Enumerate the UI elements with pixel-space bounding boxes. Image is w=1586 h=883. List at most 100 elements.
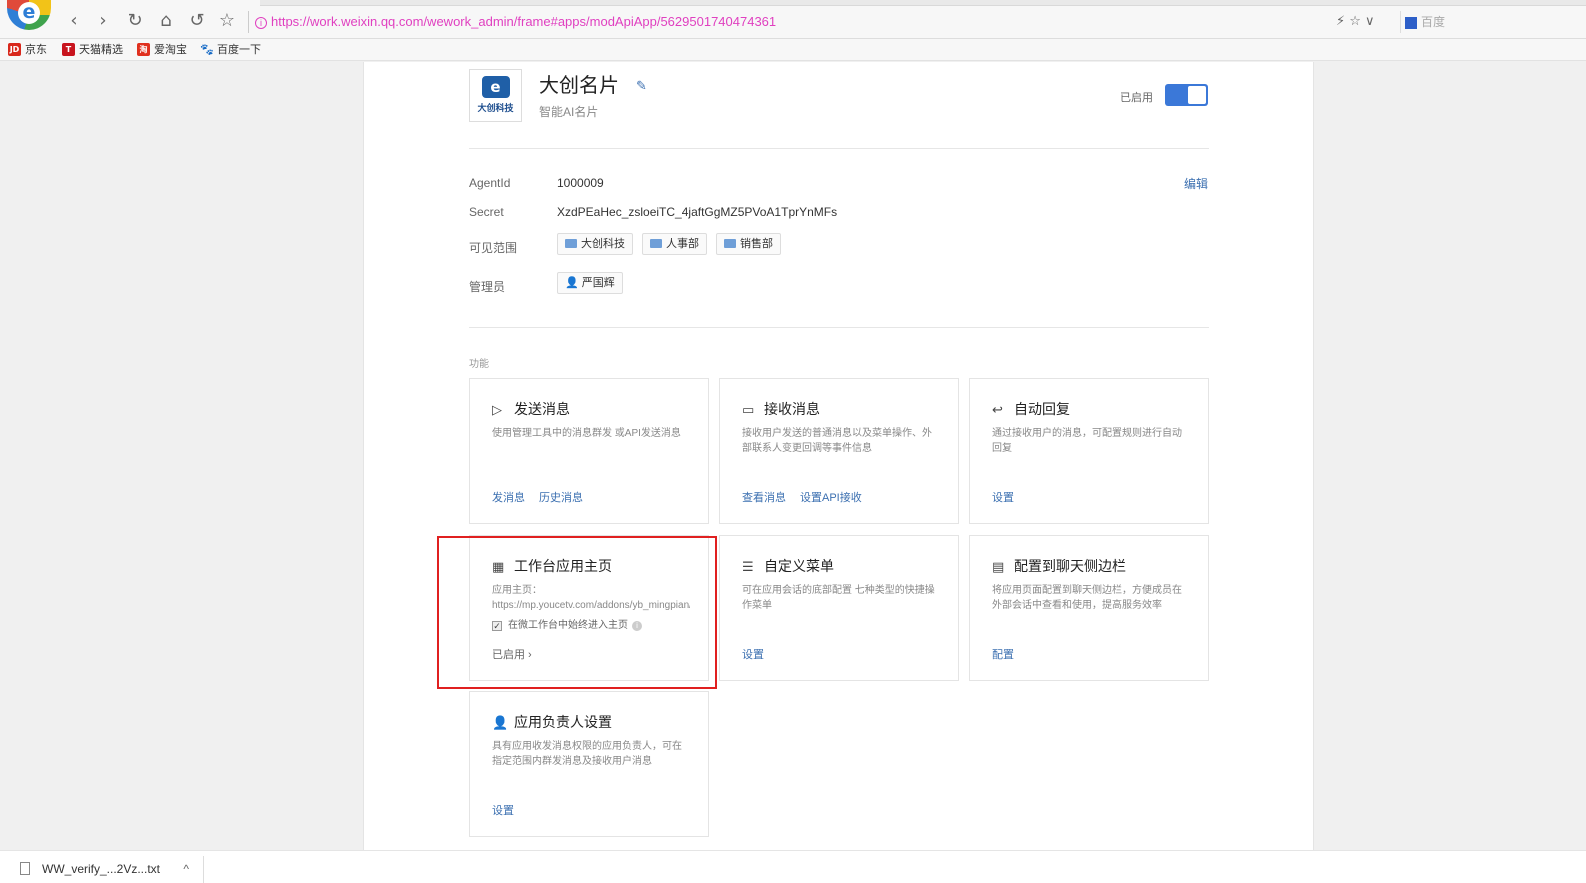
card-title-text: 发送消息 <box>514 401 570 417</box>
taobao-icon: 淘 <box>137 43 150 56</box>
set-api-receive-link[interactable]: 设置API接收 <box>800 492 862 504</box>
bookmark-label: 爱淘宝 <box>154 44 187 56</box>
view-messages-link[interactable]: 查看消息 <box>742 492 786 504</box>
chat-icon: ▭ <box>742 403 755 418</box>
app-logo: e 大创科技 <box>469 69 522 122</box>
paw-icon: 🐾 <box>200 43 214 56</box>
bookmark-jd[interactable]: JD 京东 <box>8 43 47 57</box>
tag-label: 人事部 <box>666 238 699 250</box>
card-send-message: ▷ 发送消息 使用管理工具中的消息群发 或API发送消息 发消息 历史消息 <box>469 378 709 524</box>
divider <box>469 327 1209 328</box>
card-actions: 设置 <box>992 489 1028 505</box>
card-desc: 可在应用会话的底部配置 七种类型的快捷操作菜单 <box>742 585 935 611</box>
agentid-value: 1000009 <box>557 176 604 190</box>
always-enter-homepage-option[interactable]: ✓ 在微工作台中始终进入主页 i <box>492 616 642 631</box>
card-title: ▷ 发送消息 <box>492 399 570 419</box>
admin-label: 管理员 <box>469 280 506 294</box>
address-bar[interactable]: i https://work.weixin.qq.com/wework_admin… <box>248 11 1328 33</box>
visible-tag-sales[interactable]: 销售部 <box>716 233 781 255</box>
download-separator <box>203 856 204 883</box>
browser-logo-letter: e <box>18 2 40 24</box>
reply-icon: ↩ <box>992 403 1003 418</box>
folder-icon <box>565 239 577 248</box>
download-bar: WW_verify_...2Vz...txt ^ <box>0 850 1586 883</box>
card-title-text: 工作台应用主页 <box>514 558 612 574</box>
sidebar-configure-link[interactable]: 配置 <box>992 649 1014 661</box>
bookmark-baidu[interactable]: 🐾 百度一下 <box>200 43 261 57</box>
card-actions: 设置 <box>492 802 528 818</box>
card-workbench-homepage: ▦ 工作台应用主页 应用主页：https://mp.youcetv.com/add… <box>469 535 709 681</box>
undo-icon[interactable]: ↺ <box>186 10 208 32</box>
edit-link[interactable]: 编辑 <box>1184 175 1208 192</box>
bookmark-label: 百度一下 <box>217 44 261 56</box>
homepage-enabled-link[interactable]: 已启用 › <box>492 646 532 662</box>
bookmark-tmall[interactable]: T 天猫精选 <box>62 43 123 57</box>
card-title: ☰ 自定义菜单 <box>742 556 834 576</box>
user-settings-icon: 👤 <box>492 716 509 731</box>
send-message-link[interactable]: 发消息 <box>492 492 525 504</box>
agentid-label: AgentId <box>469 176 511 190</box>
card-desc: 具有应用收发消息权限的应用负责人，可在指定范围内群发消息及接收用户消息 <box>492 741 682 767</box>
url-text: https://work.weixin.qq.com/wework_admin/… <box>271 14 777 29</box>
visible-tag-dachuang[interactable]: 大创科技 <box>557 233 633 255</box>
grid-icon: ▦ <box>492 560 505 575</box>
visible-tag-hr[interactable]: 人事部 <box>642 233 707 255</box>
always-enter-checkbox[interactable]: ✓ <box>492 621 502 631</box>
favorite-star-icon[interactable]: ☆ <box>216 10 238 32</box>
divider <box>469 148 1209 149</box>
document-icon <box>20 862 30 875</box>
card-desc: 接收用户发送的普通消息以及菜单操作、外部联系人变更回调等事件信息 <box>742 428 932 454</box>
card-title: 👤 应用负责人设置 <box>492 712 612 732</box>
app-subtitle: 智能AI名片 <box>539 105 599 119</box>
site-info-icon[interactable]: i <box>255 16 267 29</box>
address-tools[interactable]: ⚡ ☆ ∨ <box>1336 11 1375 33</box>
admin-tag[interactable]: 👤 严国辉 <box>557 272 623 294</box>
app-owner-settings-link[interactable]: 设置 <box>492 805 514 817</box>
home-icon[interactable]: ⌂ <box>155 10 177 32</box>
card-desc: 将应用页面配置到聊天侧边栏，方便成员在外部会话中查看和使用，提高服务效率 <box>992 585 1182 611</box>
jd-icon: JD <box>8 43 21 56</box>
tmall-icon: T <box>62 43 75 56</box>
tab-strip <box>260 0 1586 6</box>
forward-icon[interactable]: › <box>92 10 114 32</box>
auto-reply-settings-link[interactable]: 设置 <box>992 492 1014 504</box>
card-chat-sidebar: ▤ 配置到聊天侧边栏 将应用页面配置到聊天侧边栏，方便成员在外部会话中查看和使用，… <box>969 535 1209 681</box>
custom-menu-settings-link[interactable]: 设置 <box>742 649 764 661</box>
toggle-knob <box>1188 86 1206 104</box>
menu-icon: ☰ <box>742 560 754 575</box>
card-title: ▭ 接收消息 <box>742 399 820 419</box>
card-title-text: 配置到聊天侧边栏 <box>1014 558 1126 574</box>
secret-value: XzdPEaHec_zsloeiTC_4jaftGgMZ5PVoA1TprYnM… <box>557 205 838 219</box>
browser-toolbar: e ‹ › ↻ ⌂ ↺ ☆ i https://work.weixin.qq.co… <box>0 0 1586 39</box>
send-icon: ▷ <box>492 403 502 418</box>
card-app-owner: 👤 应用负责人设置 具有应用收发消息权限的应用负责人，可在指定范围内群发消息及接收… <box>469 691 709 837</box>
chevron-up-icon[interactable]: ^ <box>183 862 189 876</box>
download-item[interactable]: WW_verify_...2Vz...txt ^ <box>20 862 189 876</box>
card-actions: 设置 <box>742 646 778 662</box>
message-history-link[interactable]: 历史消息 <box>539 492 583 504</box>
edit-name-pencil-icon[interactable]: ✎ <box>636 78 647 94</box>
card-auto-reply: ↩ 自动回复 通过接收用户的消息，可配置规则进行自动回复 设置 <box>969 378 1209 524</box>
checkbox-label: 在微工作台中始终进入主页 <box>508 620 628 631</box>
secret-label: Secret <box>469 205 504 219</box>
folder-icon <box>724 239 736 248</box>
tag-label: 大创科技 <box>581 238 625 250</box>
bookmark-aitaobao[interactable]: 淘爱淘宝 <box>137 43 187 57</box>
refresh-icon[interactable]: ↻ <box>124 10 146 32</box>
app-logo-text: 大创科技 <box>477 103 514 113</box>
card-actions: 配置 <box>992 646 1028 662</box>
baidu-icon <box>1405 16 1417 29</box>
search-engine-box[interactable]: 百度 <box>1400 11 1586 33</box>
card-actions: 查看消息 设置API接收 <box>742 489 876 505</box>
card-title-text: 接收消息 <box>764 401 820 417</box>
browser-logo-icon[interactable]: e <box>7 0 51 30</box>
back-icon[interactable]: ‹ <box>63 10 85 32</box>
card-title: ▤ 配置到聊天侧边栏 <box>992 556 1126 576</box>
card-actions: 发消息 历史消息 <box>492 489 597 505</box>
card-title-text: 自定义菜单 <box>764 558 834 574</box>
bookmark-label: 天猫精选 <box>79 44 123 56</box>
bookmarks-bar: JD 京东 T 天猫精选 淘爱淘宝 🐾 百度一下 <box>0 39 1586 61</box>
info-icon[interactable]: i <box>632 621 642 631</box>
enable-toggle[interactable] <box>1165 84 1208 106</box>
folder-icon <box>650 239 662 248</box>
